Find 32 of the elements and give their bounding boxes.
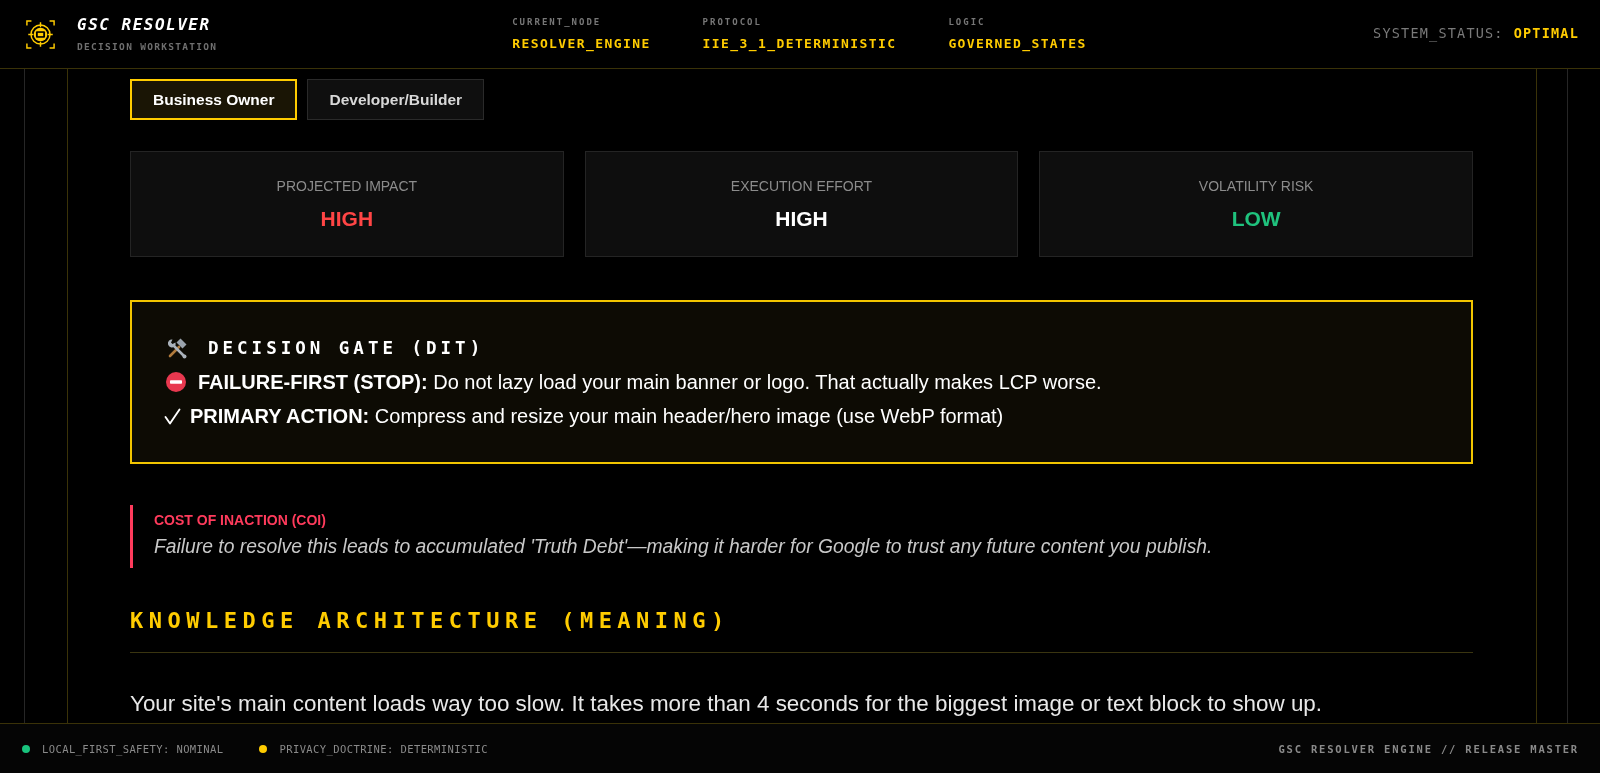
callout-text: Failure to resolve this leads to accumulated 'Truth Debt'—making it harder for Google to trust any future content you publish.: [154, 535, 1213, 559]
metric-value: HIGH: [775, 207, 828, 231]
section-paragraph: Your site's main content loads way too slow. It takes more than 4 seconds for the biggest image or text block to show up.: [130, 690, 1323, 718]
target-logo-icon: [26, 19, 55, 49]
footer-credit: GSC RESOLVER ENGINE // RELEASE MASTER: [1278, 742, 1579, 755]
meta-label: PROTOCOL: [702, 17, 763, 27]
section-heading: KNOWLEDGE ARCHITECTURE (MEANING): [130, 607, 730, 635]
meta-value: RESOLVER_ENGINE: [512, 36, 651, 51]
metric-label: PROJECTED IMPACT: [276, 177, 418, 195]
no-entry-icon: [166, 372, 186, 392]
metric-value: HIGH: [320, 207, 374, 231]
audience-tab[interactable]: Business Owner: [130, 79, 298, 120]
metric-value: LOW: [1231, 207, 1281, 231]
meta-label: CURRENT_NODE: [512, 17, 603, 27]
audience-tab[interactable]: Developer/Builder: [307, 79, 485, 120]
meta-value: GOVERNED_STATES: [948, 36, 1087, 51]
meta-label: LOGIC: [948, 17, 987, 27]
system-status-value: OPTIMAL: [1513, 24, 1579, 41]
indicator-label: PRIVACY_DOCTRINE: DETERMINISTIC: [279, 742, 488, 755]
meta-value: IIE_3_1_DETERMINISTIC: [702, 36, 897, 51]
indicator-label: LOCAL_FIRST_SAFETY: NOMINAL: [42, 742, 224, 755]
metric-label: EXECUTION EFFORT: [730, 177, 873, 195]
app-title: GSC RESOLVER: [77, 16, 212, 34]
check-icon: [164, 407, 181, 425]
metric-label: VOLATILITY RISK: [1198, 177, 1314, 195]
callout-label: COST OF INACTION (COI): [154, 511, 327, 530]
app-subtitle: DECISION WORKSTATION: [77, 41, 218, 52]
gate-item-text: FAILURE-FIRST (STOP): Do not lazy load your main banner or logo. That actually makes LCP worse.: [198, 370, 1102, 394]
hammer-wrench-icon: [166, 337, 188, 359]
gate-title: DECISION GATE (DIT): [208, 338, 485, 358]
system-status-label: SYSTEM_STATUS:: [1373, 24, 1504, 41]
gate-item-text: PRIMARY ACTION: Compress and resize your main header/hero image (use WebP format): [190, 404, 1004, 428]
